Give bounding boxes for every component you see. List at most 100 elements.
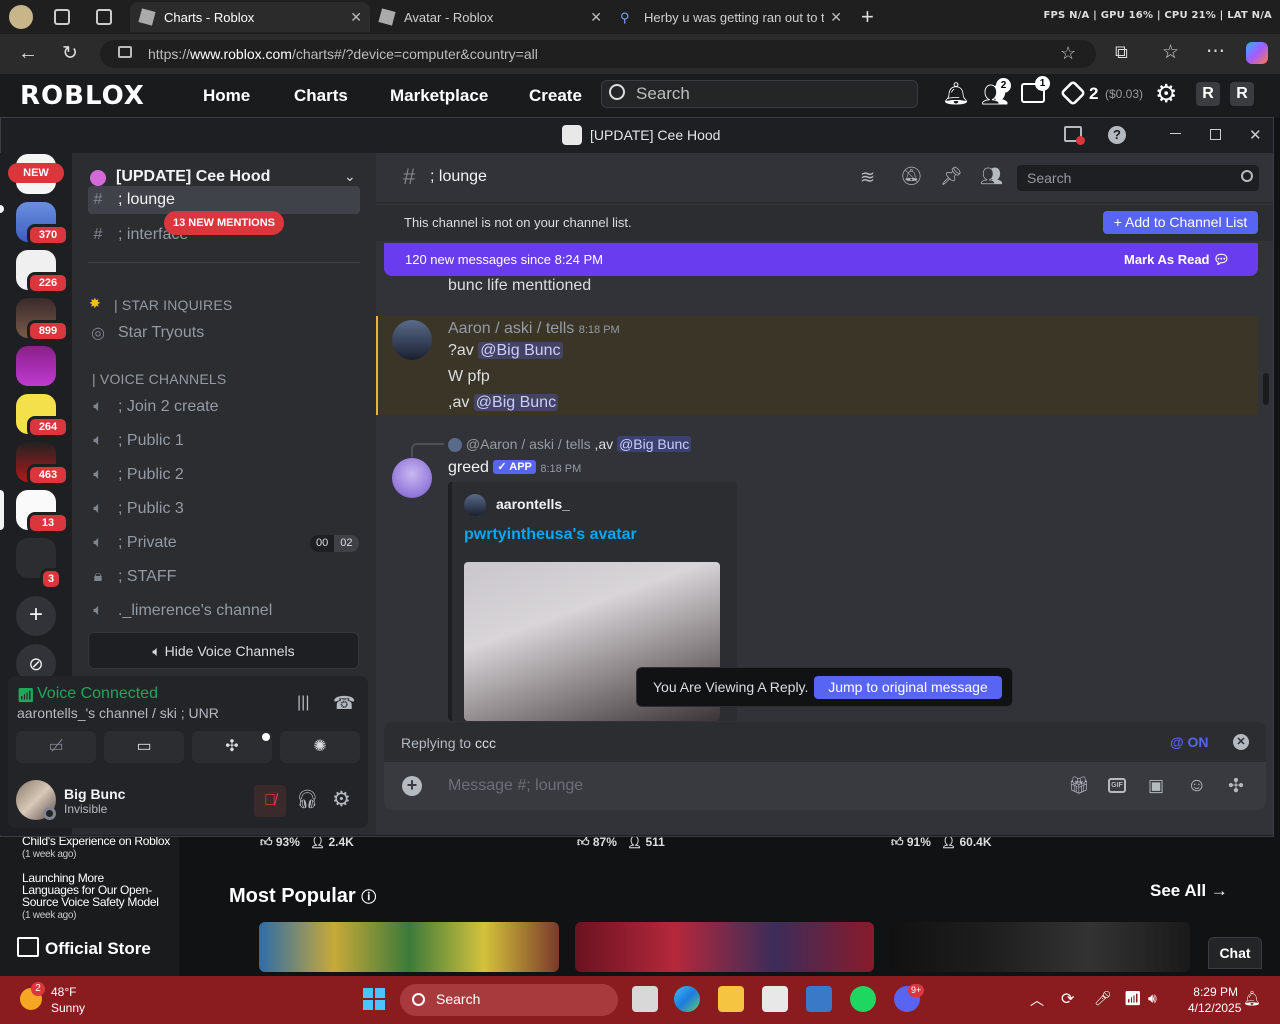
embed-title-link[interactable]: pwrtyintheusa's avatar (464, 526, 637, 544)
voice-channel-public-3[interactable]: 🔈︎ ; Public 3 (88, 493, 360, 525)
start-windows-icon[interactable] (363, 988, 385, 1010)
emoji-icon[interactable]: ☺ (1187, 775, 1206, 797)
disconnect-icon[interactable]: ☎︎ (333, 693, 355, 714)
game-thumbnail[interactable] (575, 922, 874, 972)
mark-as-read-button[interactable]: Mark As Read 💬︎ (1124, 252, 1230, 268)
spotify-icon[interactable] (850, 986, 876, 1012)
microphone-icon[interactable]: 🎤︎ (1094, 990, 1112, 1007)
screen-share-button[interactable]: ▭ (104, 731, 184, 763)
roblox-app-icon[interactable] (762, 986, 788, 1012)
hide-voice-channels-button[interactable]: 🔈︎ Hide Voice Channels (88, 632, 359, 669)
bot-name[interactable]: greed (448, 459, 489, 476)
nav-create[interactable]: Create (529, 86, 582, 106)
voice-channel-limerence[interactable]: 🔈︎ ._limerence's channel (88, 595, 360, 627)
member-list-icon[interactable]: 👥︎ (980, 166, 1003, 187)
cancel-reply-icon[interactable]: ✕ (1233, 734, 1249, 750)
sticker-icon[interactable]: ▣ (1148, 776, 1164, 796)
headphones-icon[interactable]: 🎧︎ (296, 789, 319, 810)
user-mention[interactable]: @Big Bunc (478, 342, 563, 359)
clock[interactable]: 8:29 PM 4/12/2025 (1188, 984, 1241, 1016)
new-badge[interactable]: NEW (8, 163, 64, 183)
sync-icon[interactable]: ⟳ (1061, 989, 1074, 1009)
tray-chevron-icon[interactable]: ︿ (1030, 990, 1044, 1010)
add-to-channel-list-button[interactable]: + Add to Channel List (1103, 211, 1258, 234)
bot-avatar[interactable] (392, 458, 432, 498)
robux-balance[interactable]: 2 (1089, 84, 1098, 104)
workspaces-icon[interactable] (54, 9, 70, 25)
chevron-down-icon[interactable]: ⌄ (344, 168, 356, 185)
info-icon[interactable]: ⓘ (361, 889, 376, 906)
voice-channel-public-2[interactable]: 🔈︎ ; Public 2 (88, 459, 360, 491)
activities-button[interactable]: ✣ (192, 731, 272, 763)
server-icon[interactable] (16, 346, 56, 386)
gift-icon[interactable]: 🎁︎ (1068, 776, 1090, 796)
tab-avatar-roblox[interactable]: Avatar - Roblox ✕ (370, 2, 610, 32)
edge-browser-icon[interactable] (674, 986, 700, 1012)
close-tab-icon[interactable]: ✕ (830, 9, 842, 26)
favorite-star-icon[interactable]: ☆ (1060, 43, 1076, 64)
task-manager-icon[interactable] (806, 986, 832, 1012)
close-tab-icon[interactable]: ✕ (350, 9, 362, 26)
close-window-icon[interactable]: ✕ (1249, 126, 1262, 144)
voice-channel-path[interactable]: aarontells_'s channel / ski ; UNR (17, 705, 219, 721)
gif-icon[interactable]: GIF (1108, 778, 1126, 793)
discord-search-input[interactable]: Search (1017, 165, 1259, 191)
extension-r-icon[interactable]: R (1196, 82, 1220, 106)
user-mention[interactable]: @Big Bunc (617, 436, 692, 452)
noise-suppression-icon[interactable]: ||| (297, 694, 309, 712)
camera-off-button[interactable]: ▭̸ (16, 731, 96, 763)
favorites-icon[interactable]: ☆ (1162, 41, 1179, 64)
embed-author[interactable]: aarontells_ (496, 496, 570, 512)
extensions-icon[interactable]: ⧉ (1115, 42, 1128, 63)
notifications-muted-icon[interactable]: 🔕︎ (900, 166, 923, 187)
settings-gear-icon[interactable]: ⚙ (1155, 79, 1177, 109)
jump-to-original-button[interactable]: Jump to original message (814, 676, 1002, 699)
maximize-icon[interactable] (1210, 129, 1221, 140)
back-icon[interactable]: ← (18, 42, 38, 65)
nav-home[interactable]: Home (203, 86, 250, 106)
mention-toggle[interactable]: @ ON (1170, 734, 1209, 750)
taskbar-search[interactable]: Search (400, 984, 618, 1016)
tab-actions-icon[interactable] (96, 9, 112, 25)
news-item[interactable]: Launching More Languages for Our Open-So… (22, 872, 162, 922)
apps-icon[interactable]: ✣ (1228, 775, 1244, 798)
author-avatar[interactable] (392, 320, 432, 360)
category-star-inquires[interactable]: | STAR INQUIRES (114, 297, 232, 313)
game-thumbnail[interactable] (259, 922, 559, 972)
copilot-icon[interactable] (1246, 42, 1268, 64)
voice-channel-private[interactable]: 🔈︎ ; Private 00 02 (88, 527, 360, 559)
message-input[interactable]: Message #; lounge (448, 777, 583, 795)
volume-icon[interactable]: 🔊︎ (1148, 990, 1157, 1007)
voice-channel-staff[interactable]: 🔒︎ ; STAFF (88, 561, 360, 593)
tab-search[interactable]: ⚲ Herby u was getting ran out to th ✕ (610, 2, 850, 32)
roblox-logo[interactable]: ROBLOX (20, 81, 145, 111)
minimize-icon[interactable] (1170, 133, 1181, 134)
guild-name[interactable]: [UPDATE] Cee Hood (116, 168, 270, 186)
category-voice-channels[interactable]: | VOICE CHANNELS (92, 371, 226, 387)
refresh-icon[interactable]: ↻ (62, 42, 78, 65)
official-store-link[interactable]: Official Store (45, 939, 151, 959)
roblox-search-input[interactable]: Search (601, 80, 918, 108)
user-name[interactable]: Big Bunc (64, 786, 125, 802)
message-author[interactable]: Aaron / aski / tells 8:18 PM (448, 320, 620, 338)
wifi-icon[interactable]: 📶︎ (1124, 990, 1142, 1007)
new-mentions-pill[interactable]: 13 NEW MENTIONS (164, 211, 284, 235)
voice-channel-public-1[interactable]: 🔈︎ ; Public 1 (88, 425, 360, 457)
mute-mic-icon[interactable]: 🎙̸ (254, 785, 286, 817)
add-server-button[interactable]: + (16, 596, 56, 636)
channel-lounge[interactable]: # ; lounge (88, 186, 360, 214)
site-info-icon[interactable] (118, 46, 132, 58)
file-explorer-icon[interactable] (718, 986, 744, 1012)
tab-charts-roblox[interactable]: Charts - Roblox ✕ (130, 2, 370, 32)
new-tab-button[interactable]: + (861, 4, 874, 30)
task-view-icon[interactable] (632, 986, 658, 1012)
game-thumbnail[interactable] (890, 922, 1190, 972)
roblox-chat-button[interactable]: Chat (1208, 937, 1262, 969)
nav-charts[interactable]: Charts (294, 86, 348, 106)
voice-connected-status[interactable]: Voice Connected (37, 685, 158, 703)
see-all-link[interactable]: See All → (1150, 881, 1228, 901)
news-item[interactable]: Child's Experience on Roblox (1 week ago… (22, 835, 172, 861)
extension-r-icon[interactable]: R (1230, 82, 1254, 106)
notifications-bell-icon[interactable]: 🔔︎ (942, 81, 970, 107)
threads-icon[interactable]: ≋ (860, 167, 875, 188)
